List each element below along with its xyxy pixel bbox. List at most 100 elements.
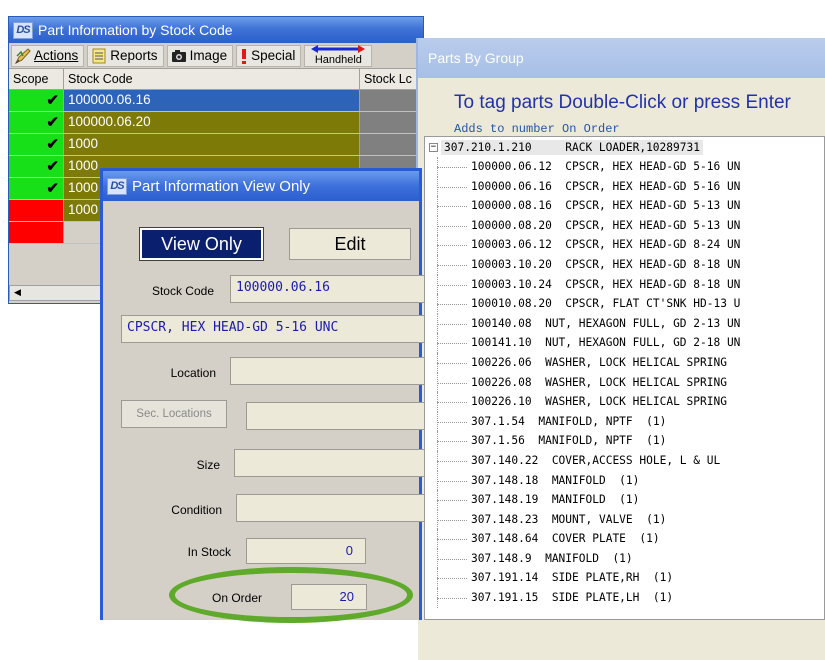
- reports-button[interactable]: Reports: [87, 44, 164, 67]
- sec-locations-field[interactable]: [246, 402, 425, 430]
- column-header-scope[interactable]: Scope: [9, 69, 64, 89]
- parts-title-bar[interactable]: Parts By Group: [418, 38, 825, 78]
- on-order-value: 20: [339, 589, 354, 604]
- sec-locations-value: [247, 403, 424, 411]
- scope-cell[interactable]: ✔: [9, 156, 64, 177]
- tree-item[interactable]: 307.148.19 MANIFOLD (1): [425, 490, 824, 510]
- handheld-label: Handheld: [314, 53, 362, 66]
- column-header-stock-location[interactable]: Stock Lc: [360, 69, 423, 89]
- tree-item[interactable]: 100226.10 WASHER, LOCK HELICAL SPRING: [425, 392, 824, 412]
- stock-code-label: Stock Code: [151, 284, 214, 298]
- stock-code-cell[interactable]: 100000.06.20: [64, 112, 360, 133]
- special-button[interactable]: Special: [236, 44, 302, 67]
- condition-field[interactable]: [236, 494, 425, 522]
- tree-item[interactable]: 100000.08.20 CPSCR, HEX HEAD-GD 5-13 UN: [425, 215, 824, 236]
- description-field[interactable]: CPSCR, HEX HEAD-GD 5-16 UNC: [121, 315, 425, 343]
- tree-root-label: 307.210.1.210 RACK LOADER,10289731: [441, 139, 703, 155]
- tree-item[interactable]: 307.140.22 COVER,ACCESS HOLE, L & UL: [425, 450, 824, 471]
- tree-item[interactable]: 100226.06 WASHER, LOCK HELICAL SPRING: [425, 352, 824, 373]
- tree-item[interactable]: 307.148.18 MANIFOLD (1): [425, 470, 824, 491]
- tree-item[interactable]: 307.148.23 MOUNT, VALVE (1): [425, 509, 824, 530]
- scope-cell[interactable]: ✔: [9, 134, 64, 155]
- window-title: Part Information by Stock Code: [38, 22, 233, 38]
- check-icon[interactable]: ✔: [46, 113, 59, 131]
- parts-window-title: Parts By Group: [428, 50, 524, 66]
- size-value: [235, 450, 424, 458]
- handheld-button[interactable]: Handheld: [304, 44, 373, 67]
- on-order-label: On Order: [211, 591, 262, 605]
- table-row[interactable]: ✔ 100000.06.16: [9, 90, 423, 112]
- scope-cell[interactable]: ✔: [9, 178, 64, 199]
- parts-tree[interactable]: − 307.210.1.210 RACK LOADER,10289731 100…: [424, 136, 825, 620]
- scope-cell[interactable]: [9, 222, 64, 243]
- size-field[interactable]: [234, 449, 425, 477]
- horizontal-scrollbar[interactable]: ◀: [9, 285, 109, 301]
- location-field[interactable]: [230, 357, 425, 385]
- tree-item[interactable]: 307.148.9 MANIFOLD (1): [425, 548, 824, 569]
- tree-item[interactable]: 100003.10.24 CPSCR, HEX HEAD-GD 8-18 UN: [425, 274, 824, 295]
- location-value: [231, 358, 424, 366]
- tree-item[interactable]: 100010.08.20 CPSCR, FLAT CT'SNK HD-13 U: [425, 294, 824, 314]
- actions-button[interactable]: Actions: [11, 44, 85, 67]
- app-logo-icon: DS: [13, 21, 33, 39]
- tree-item[interactable]: 307.191.15 SIDE PLATE,LH (1): [425, 588, 824, 608]
- tree-item[interactable]: 100140.08 NUT, HEXAGON FULL, GD 2-13 UN: [425, 313, 824, 334]
- document-icon: [90, 47, 108, 65]
- table-row[interactable]: ✔ 100000.06.20: [9, 112, 423, 134]
- check-icon[interactable]: ✔: [46, 91, 59, 109]
- view-window-title-bar[interactable]: DS Part Information View Only: [103, 171, 419, 201]
- grid-header: Scope Stock Code Stock Lc: [9, 69, 423, 90]
- part-info-view-only-window: DS Part Information View Only View Only …: [100, 168, 425, 623]
- in-stock-label: In Stock: [187, 545, 231, 559]
- check-icon[interactable]: ✔: [46, 179, 59, 197]
- special-label: Special: [251, 48, 296, 63]
- stock-code-cell[interactable]: 1000: [64, 134, 360, 155]
- view-window-title: Part Information View Only: [132, 177, 311, 195]
- check-icon[interactable]: ✔: [46, 157, 59, 175]
- check-icon[interactable]: ✔: [46, 135, 59, 153]
- table-row[interactable]: ✔ 1000: [9, 134, 423, 156]
- tree-item[interactable]: 100000.06.16 CPSCR, HEX HEAD-GD 5-16 UN: [425, 176, 824, 197]
- image-button[interactable]: Image: [166, 44, 234, 67]
- tree-item[interactable]: 307.1.56 MANIFOLD, NPTF (1): [425, 431, 824, 451]
- edit-tab[interactable]: Edit: [289, 228, 411, 260]
- tree-item[interactable]: 100000.08.16 CPSCR, HEX HEAD-GD 5-13 UN: [425, 196, 824, 216]
- stock-code-cell[interactable]: 100000.06.16: [64, 90, 360, 111]
- image-label: Image: [189, 48, 228, 63]
- scroll-left-arrow-icon[interactable]: ◀: [14, 287, 21, 298]
- location-label: Location: [170, 366, 216, 380]
- parts-panel: To tag parts Double-Click or press Enter…: [418, 78, 825, 660]
- tree-item[interactable]: 100141.10 NUT, HEXAGON FULL, GD 2-18 UN: [425, 333, 824, 353]
- condition-label: Condition: [171, 503, 222, 517]
- tree-item[interactable]: 100226.08 WASHER, LOCK HELICAL SPRING: [425, 372, 824, 393]
- tree-item[interactable]: 307.148.64 COVER PLATE (1): [425, 529, 824, 549]
- stock-location-cell[interactable]: [360, 134, 423, 155]
- on-order-field[interactable]: 20: [291, 584, 367, 610]
- stock-location-cell[interactable]: [360, 90, 423, 111]
- scope-cell[interactable]: [9, 200, 64, 221]
- app-logo-icon: DS: [107, 177, 127, 195]
- actions-label: Actions: [34, 48, 79, 63]
- tree-item[interactable]: 307.1.54 MANIFOLD, NPTF (1): [425, 411, 824, 432]
- column-header-stock-code[interactable]: Stock Code: [64, 69, 360, 89]
- stock-location-cell[interactable]: [360, 112, 423, 133]
- reports-label: Reports: [110, 48, 158, 63]
- camera-icon: [170, 47, 188, 65]
- scope-cell[interactable]: ✔: [9, 112, 64, 133]
- description-value: CPSCR, HEX HEAD-GD 5-16 UNC: [127, 320, 339, 335]
- view-only-tab[interactable]: View Only: [139, 227, 264, 261]
- in-stock-field[interactable]: 0: [246, 538, 366, 564]
- exclamation-icon: [239, 47, 249, 65]
- tree-item[interactable]: 100003.10.20 CPSCR, HEX HEAD-GD 8-18 UN: [425, 254, 824, 275]
- tree-items: 100000.06.12 CPSCR, HEX HEAD-GD 5-16 UN 1…: [425, 157, 824, 608]
- tree-root-node[interactable]: − 307.210.1.210 RACK LOADER,10289731: [425, 137, 824, 157]
- sec-locations-button[interactable]: Sec. Locations: [121, 400, 227, 428]
- collapse-icon[interactable]: −: [429, 142, 438, 152]
- tree-item[interactable]: 100000.06.12 CPSCR, HEX HEAD-GD 5-16 UN: [425, 157, 824, 177]
- tree-item[interactable]: 307.191.14 SIDE PLATE,RH (1): [425, 568, 824, 588]
- window-title-bar[interactable]: DS Part Information by Stock Code: [9, 17, 423, 43]
- tree-item[interactable]: 100003.06.12 CPSCR, HEX HEAD-GD 8-24 UN: [425, 235, 824, 255]
- scope-cell[interactable]: ✔: [9, 90, 64, 111]
- stock-code-field[interactable]: 100000.06.16: [230, 275, 425, 303]
- in-stock-value: 0: [345, 543, 353, 558]
